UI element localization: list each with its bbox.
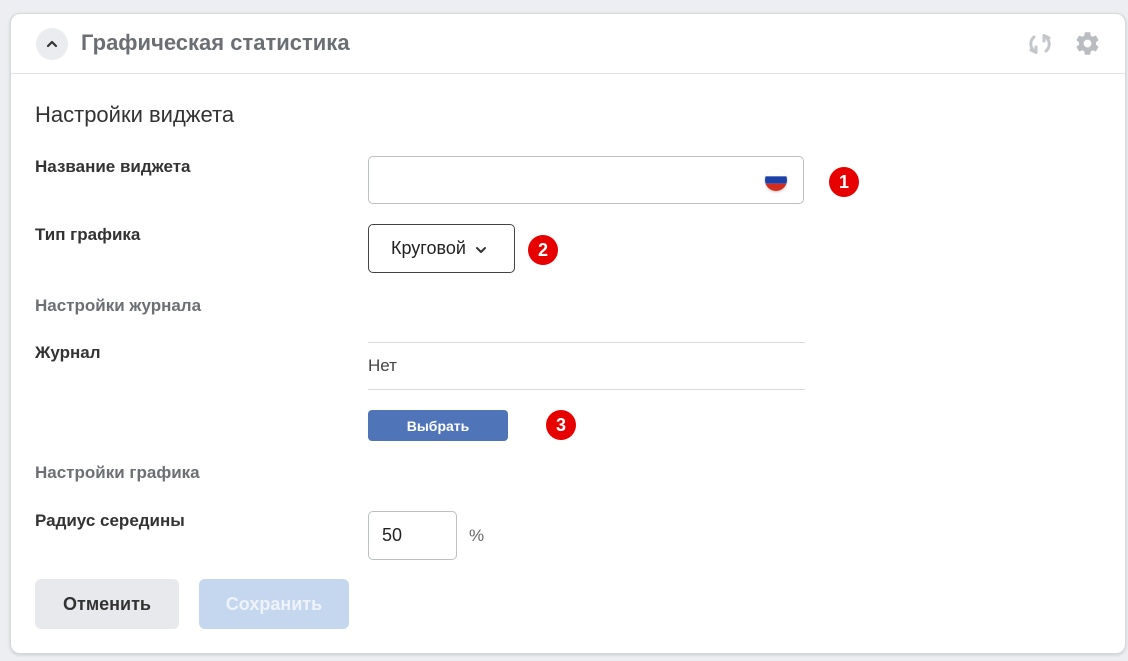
save-button[interactable]: Сохранить — [199, 579, 349, 629]
card-header: Графическая статистика — [11, 14, 1125, 74]
refresh-icon[interactable] — [1026, 30, 1054, 58]
chart-type-selected: Круговой — [391, 238, 466, 258]
cancel-button[interactable]: Отменить — [35, 579, 179, 629]
collapse-button[interactable] — [36, 28, 68, 60]
widget-name-input[interactable] — [369, 157, 749, 203]
percent-unit-label: % — [469, 526, 485, 545]
widget-card: Графическая статистика Настройки виджета… — [10, 13, 1126, 654]
widget-name-label: Название виджета — [35, 157, 191, 176]
chevron-up-icon — [46, 40, 58, 48]
widget-name-field — [368, 156, 804, 204]
gear-icon[interactable] — [1074, 30, 1101, 57]
marker-3: 3 — [546, 410, 576, 440]
chart-type-select[interactable]: Круговой — [368, 224, 515, 273]
center-radius-input[interactable] — [368, 511, 457, 560]
chart-type-label: Тип графика — [35, 225, 141, 244]
choose-journal-button[interactable]: Выбрать — [368, 410, 508, 441]
chevron-down-icon — [475, 246, 486, 253]
russian-flag-icon[interactable] — [765, 169, 787, 191]
center-radius-label: Радиус середины — [35, 511, 185, 530]
marker-1: 1 — [829, 167, 859, 197]
chart-settings-heading: Настройки графика — [35, 463, 200, 482]
section-title: Настройки виджета — [35, 102, 235, 127]
journal-label: Журнал — [35, 343, 101, 362]
marker-2: 2 — [528, 235, 558, 265]
journal-value-box: Нет — [368, 342, 805, 390]
journal-settings-heading: Настройки журнала — [35, 296, 202, 315]
journal-value: Нет — [368, 356, 397, 375]
card-title: Графическая статистика — [81, 30, 350, 55]
